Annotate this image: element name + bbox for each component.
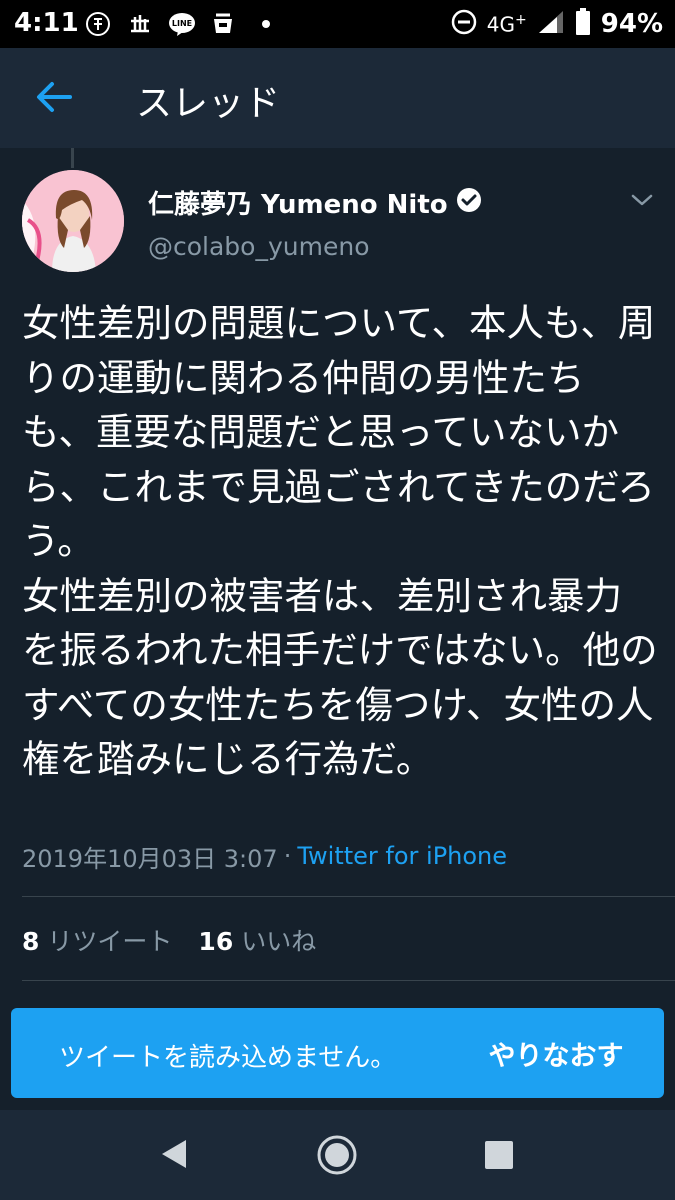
status-right: 4G+ 94%	[451, 8, 663, 40]
nav-recents-button[interactable]	[484, 1140, 514, 1170]
nav-home-icon	[317, 1135, 357, 1175]
tweet-text: 女性差別の問題について、本人も、周りの運動に関わる仲間の男性たちも、重要な問題だ…	[22, 301, 658, 781]
author-handle[interactable]: @colabo_yumeno	[148, 232, 369, 261]
divider	[22, 896, 675, 897]
svg-text:LINE: LINE	[172, 19, 192, 28]
back-button[interactable]	[34, 79, 74, 115]
thread-connector-line	[71, 148, 74, 168]
status-time: 4:11	[14, 8, 79, 38]
error-message: ツイートを読み込めません。	[59, 1043, 397, 1073]
battery-percentage: 94%	[600, 9, 663, 39]
error-snackbar: ツイートを読み込めません。 やりなおす	[11, 1008, 664, 1098]
network-type: 4G+	[486, 11, 527, 37]
line-app-icon: LINE	[168, 10, 196, 38]
notification-app-icon-2	[126, 10, 154, 38]
system-nav-bar	[0, 1110, 675, 1200]
thread-screen: 4:11 LINE 4G+ 94% スレッド 仁藤夢乃 Yumeno Nito …	[0, 0, 675, 1200]
retweets-label: リツイート	[47, 927, 173, 956]
nav-home-button[interactable]	[316, 1134, 358, 1176]
tweet-stats: 8 リツイート 16 いいね	[22, 920, 316, 960]
app-header: スレッド	[0, 48, 675, 148]
signal-icon	[537, 9, 565, 39]
retweets-count: 8	[22, 927, 40, 956]
arrow-left-icon	[37, 82, 72, 112]
tweet-meta: 2019年10月03日 3:07 · Twitter for iPhone	[22, 838, 507, 874]
nav-back-button[interactable]	[160, 1138, 188, 1170]
author-display-name: 仁藤夢乃 Yumeno Nito	[148, 189, 448, 220]
tweet-source-link[interactable]: Twitter for iPhone	[297, 842, 507, 870]
notification-app-icon	[84, 10, 112, 38]
nav-recents-icon	[485, 1141, 513, 1169]
avatar[interactable]	[22, 170, 124, 272]
tweet-menu-button[interactable]	[630, 192, 654, 208]
meta-separator: ·	[283, 842, 292, 870]
battery-icon	[575, 8, 591, 40]
likes-label: いいね	[241, 927, 317, 956]
tweet-date: 2019年10月03日 3:07	[22, 844, 278, 873]
likes-stat[interactable]: 16 いいね	[198, 922, 316, 958]
chevron-down-icon	[631, 194, 653, 206]
nav-back-icon	[162, 1140, 186, 1168]
retweets-stat[interactable]: 8 リツイート	[22, 922, 172, 958]
retry-button[interactable]: やりなおす	[461, 1022, 651, 1084]
notification-cup-icon	[210, 10, 238, 38]
likes-count: 16	[198, 927, 234, 956]
author-name-row[interactable]: 仁藤夢乃 Yumeno Nito	[148, 184, 482, 220]
do-not-disturb-icon	[451, 9, 477, 39]
dot-icon	[252, 10, 280, 38]
divider	[22, 980, 675, 981]
verified-badge-icon	[456, 187, 482, 217]
page-title: スレッド	[136, 83, 281, 124]
status-bar: 4:11 LINE 4G+ 94%	[0, 0, 675, 48]
avatar-image	[22, 170, 124, 272]
notification-icons: LINE	[84, 9, 280, 39]
